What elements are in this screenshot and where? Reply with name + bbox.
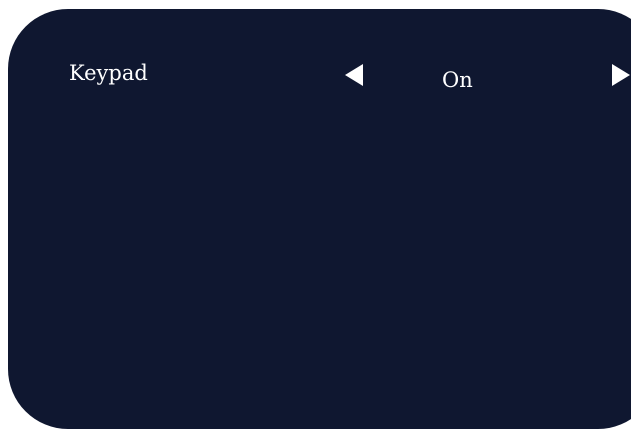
settings-panel: Keypad On <box>8 9 631 429</box>
keypad-setting-label: Keypad <box>69 61 148 85</box>
keypad-setting-value: On <box>442 68 473 92</box>
previous-option-arrow-icon[interactable] <box>345 64 363 86</box>
next-option-arrow-icon[interactable] <box>612 64 630 86</box>
